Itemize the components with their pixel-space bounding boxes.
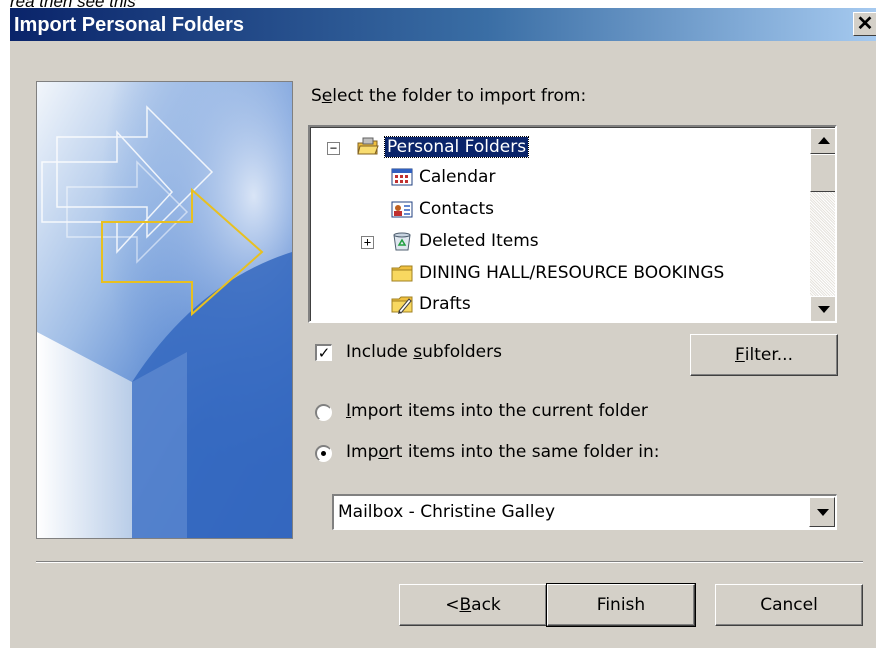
cancel-button[interactable]: Cancel <box>715 584 863 626</box>
deleted-items-icon <box>391 231 413 251</box>
import-same-folder-label[interactable]: Import items into the same folder in: <box>346 442 659 462</box>
wizard-banner-image <box>36 81 293 539</box>
title-bar[interactable]: Import Personal Folders ✕ <box>10 8 876 41</box>
mailbox-dropdown-value: Mailbox - Christine Galley <box>338 502 555 522</box>
tree-item-label: Calendar <box>419 167 496 187</box>
back-button[interactable]: < Back <box>399 584 547 626</box>
tree-item-label: Deleted Items <box>419 231 539 251</box>
scroll-thumb[interactable] <box>810 154 835 192</box>
dropdown-button[interactable] <box>809 497 835 527</box>
expand-icon[interactable]: + <box>361 236 374 249</box>
tree-item-label: Contacts <box>419 199 494 219</box>
tree-item-label: Personal Folders <box>383 136 530 158</box>
drafts-icon <box>391 294 413 314</box>
tree-item-label: Drafts <box>419 294 471 314</box>
arrow-down-icon <box>818 306 830 313</box>
tree-item-contacts[interactable]: Contacts <box>391 194 494 224</box>
folder-icon <box>391 263 413 283</box>
tree-item-calendar[interactable]: Calendar <box>391 162 495 192</box>
import-personal-folders-dialog: Import Personal Folders ✕ Select the fol… <box>9 8 876 648</box>
personal-folders-icon <box>357 137 379 157</box>
finish-button[interactable]: Finish <box>546 583 696 627</box>
arrow-up-icon <box>818 137 830 144</box>
calendar-icon <box>391 167 413 187</box>
mailbox-dropdown[interactable]: Mailbox - Christine Galley <box>332 494 837 530</box>
tree-item-dining-hall[interactable]: DINING HALL/RESOURCE BOOKINGS <box>391 258 724 288</box>
close-button[interactable]: ✕ <box>853 12 876 36</box>
wizard-arrows-graphic <box>37 82 292 538</box>
import-same-folder-radio[interactable] <box>315 445 332 462</box>
separator <box>36 561 863 563</box>
tree-item-deleted-items[interactable]: + Deleted Items <box>361 226 539 256</box>
close-icon: ✕ <box>856 13 874 35</box>
chevron-down-icon <box>817 509 829 516</box>
import-current-folder-radio[interactable] <box>315 404 332 421</box>
tree-item-drafts[interactable]: Drafts <box>391 289 471 319</box>
collapse-icon[interactable]: − <box>327 142 340 155</box>
import-current-folder-label[interactable]: Import items into the current folder <box>346 401 648 421</box>
scroll-up-button[interactable] <box>810 128 835 154</box>
tree-item-personal-folders[interactable]: − Personal Folders <box>327 132 530 162</box>
include-subfolders-label[interactable]: Include subfolders <box>346 342 502 362</box>
dialog-title: Import Personal Folders <box>14 14 245 36</box>
include-subfolders-checkbox[interactable]: ✓ <box>315 344 332 361</box>
filter-button[interactable]: Filter... <box>690 334 838 376</box>
folder-tree[interactable]: − Personal Folders Calendar Contacts + D… <box>308 125 837 323</box>
tree-scrollbar[interactable] <box>810 128 835 321</box>
contacts-icon <box>391 199 413 219</box>
select-folder-label: Select the folder to import from: <box>311 86 587 106</box>
radio-selected-dot <box>321 451 326 456</box>
scroll-down-button[interactable] <box>810 296 835 321</box>
caption-text: rea then see this <box>10 0 136 8</box>
tree-item-label: DINING HALL/RESOURCE BOOKINGS <box>419 263 725 283</box>
